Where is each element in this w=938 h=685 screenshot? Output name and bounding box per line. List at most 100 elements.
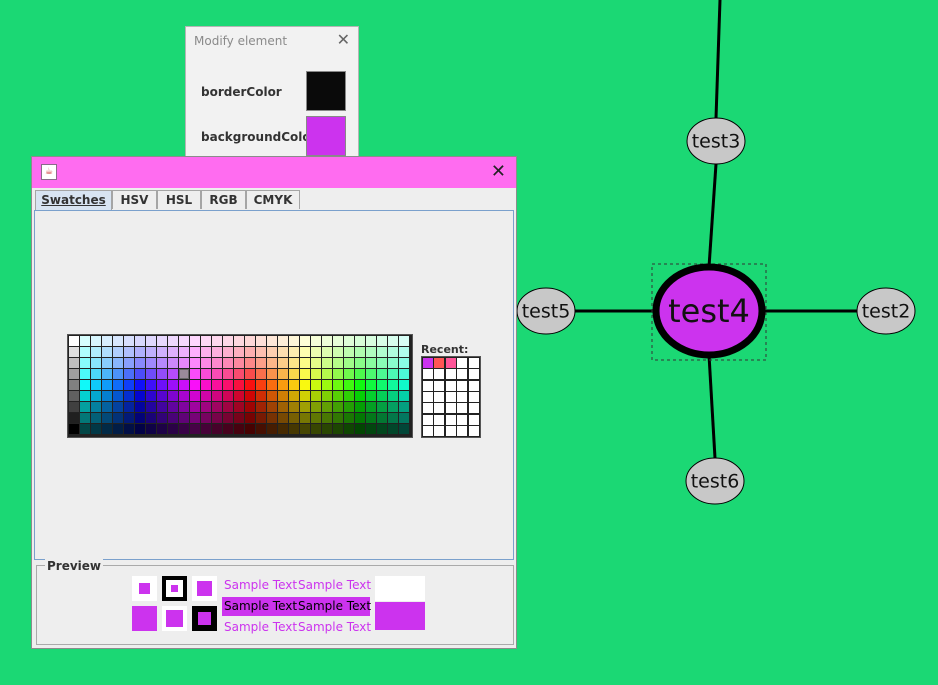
swatch-cell[interactable] — [333, 424, 343, 434]
swatch-cell[interactable] — [245, 358, 255, 368]
swatch-cell[interactable] — [355, 391, 365, 401]
swatch-cell[interactable] — [322, 369, 332, 379]
swatch-cell[interactable] — [278, 347, 288, 357]
swatch-cell[interactable] — [333, 391, 343, 401]
swatch-cell[interactable] — [69, 380, 79, 390]
swatch-cell[interactable] — [179, 380, 189, 390]
recent-cell[interactable] — [445, 391, 456, 402]
swatch-cell[interactable] — [91, 380, 101, 390]
recent-cell[interactable] — [423, 425, 433, 436]
swatch-cell[interactable] — [388, 402, 398, 412]
swatch-cell[interactable] — [366, 358, 376, 368]
swatch-cell[interactable] — [245, 380, 255, 390]
swatch-cell[interactable] — [135, 424, 145, 434]
swatch-cell[interactable] — [355, 347, 365, 357]
swatch-cell[interactable] — [300, 413, 310, 423]
recent-cell[interactable] — [423, 380, 433, 391]
swatch-cell[interactable] — [355, 402, 365, 412]
swatch-cell[interactable] — [399, 358, 409, 368]
swatch-cell[interactable] — [113, 358, 123, 368]
swatch-cell[interactable] — [80, 391, 90, 401]
swatch-cell[interactable] — [168, 358, 178, 368]
swatch-cell[interactable] — [135, 413, 145, 423]
swatch-cell[interactable] — [157, 380, 167, 390]
swatch-cell[interactable] — [311, 369, 321, 379]
swatch-cell[interactable] — [267, 424, 277, 434]
swatch-cell[interactable] — [80, 336, 90, 346]
swatch-cell[interactable] — [322, 358, 332, 368]
swatch-cell[interactable] — [267, 380, 277, 390]
recent-cell[interactable] — [468, 391, 479, 402]
recent-cell[interactable] — [457, 380, 468, 391]
swatch-cell[interactable] — [146, 336, 156, 346]
swatch-cell[interactable] — [322, 347, 332, 357]
swatch-cell[interactable] — [300, 347, 310, 357]
swatch-cell[interactable] — [344, 369, 354, 379]
swatch-cell[interactable] — [322, 424, 332, 434]
swatch-cell[interactable] — [124, 391, 134, 401]
swatch-cell[interactable] — [366, 391, 376, 401]
swatch-cell[interactable] — [333, 413, 343, 423]
swatch-cell[interactable] — [322, 413, 332, 423]
swatch-cell[interactable] — [388, 358, 398, 368]
swatch-cell[interactable] — [333, 380, 343, 390]
node-test6[interactable]: test6 — [685, 457, 745, 505]
swatch-cell[interactable] — [201, 336, 211, 346]
swatch-cell[interactable] — [377, 413, 387, 423]
recent-cell[interactable] — [423, 391, 433, 402]
swatch-cell[interactable] — [289, 336, 299, 346]
swatch-cell[interactable] — [124, 402, 134, 412]
swatch-cell[interactable] — [388, 391, 398, 401]
swatch-cell[interactable] — [201, 358, 211, 368]
swatch-cell[interactable] — [289, 369, 299, 379]
node-test2[interactable]: test2 — [856, 287, 916, 335]
swatch-cell[interactable] — [179, 336, 189, 346]
swatch-cell[interactable] — [124, 424, 134, 434]
swatch-cell[interactable] — [102, 402, 112, 412]
swatch-cell[interactable] — [223, 336, 233, 346]
swatch-cell[interactable] — [190, 380, 200, 390]
swatch-cell[interactable] — [80, 369, 90, 379]
swatch-cell[interactable] — [80, 358, 90, 368]
swatch-cell[interactable] — [168, 380, 178, 390]
swatch-cell[interactable] — [168, 424, 178, 434]
swatch-cell[interactable] — [267, 413, 277, 423]
swatch-cell[interactable] — [91, 347, 101, 357]
swatch-cell[interactable] — [157, 336, 167, 346]
swatch-cell[interactable] — [377, 402, 387, 412]
swatch-cell[interactable] — [355, 424, 365, 434]
swatch-cell[interactable] — [146, 358, 156, 368]
swatch-cell[interactable] — [91, 336, 101, 346]
swatch-cell[interactable] — [344, 402, 354, 412]
swatch-cell[interactable] — [344, 391, 354, 401]
recent-cell[interactable] — [434, 425, 445, 436]
swatch-cell[interactable] — [311, 380, 321, 390]
swatch-cell[interactable] — [245, 369, 255, 379]
swatch-cell[interactable] — [223, 347, 233, 357]
swatch-cell[interactable] — [113, 402, 123, 412]
swatch-cell[interactable] — [300, 336, 310, 346]
swatch-cell[interactable] — [80, 347, 90, 357]
swatch-cell[interactable] — [256, 380, 266, 390]
swatch-cell[interactable] — [157, 369, 167, 379]
swatch-cell[interactable] — [146, 391, 156, 401]
swatch-cell[interactable] — [355, 369, 365, 379]
recent-cell[interactable] — [468, 403, 479, 414]
swatch-cell[interactable] — [278, 358, 288, 368]
swatch-cell[interactable] — [366, 369, 376, 379]
swatch-cell[interactable] — [377, 347, 387, 357]
swatch-cell[interactable] — [69, 347, 79, 357]
swatch-cell[interactable] — [168, 336, 178, 346]
recent-cell[interactable] — [445, 425, 456, 436]
swatch-cell[interactable] — [80, 424, 90, 434]
swatch-cell[interactable] — [135, 369, 145, 379]
swatch-cell[interactable] — [124, 380, 134, 390]
swatch-cell[interactable] — [311, 391, 321, 401]
swatch-cell[interactable] — [179, 413, 189, 423]
swatch-cell[interactable] — [212, 336, 222, 346]
swatch-cell[interactable] — [91, 413, 101, 423]
swatch-cell[interactable] — [377, 424, 387, 434]
swatch-cell[interactable] — [399, 336, 409, 346]
dialog-titlebar[interactable]: ☕ ✕ — [32, 157, 516, 188]
swatch-cell[interactable] — [267, 336, 277, 346]
